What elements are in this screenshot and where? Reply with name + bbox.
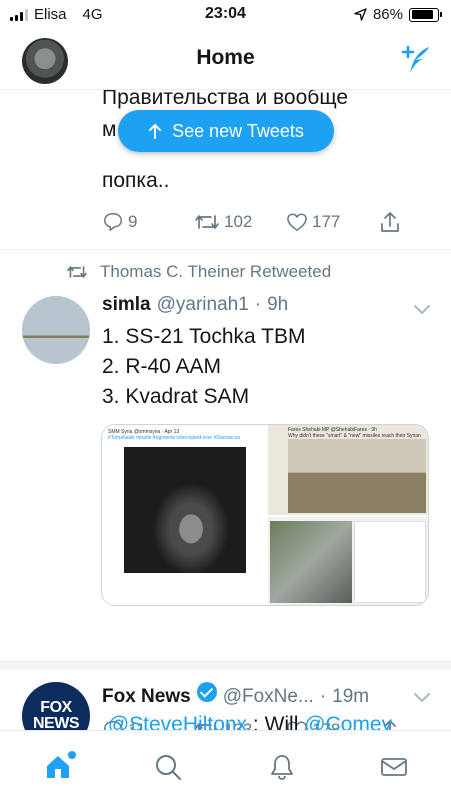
tab-messages[interactable]: [376, 749, 412, 785]
previous-tweet-actions: 9 102 177: [102, 210, 451, 234]
separator-dot: ·: [319, 686, 327, 707]
page-title: Home: [196, 46, 255, 69]
tweet-simla[interactable]: Thomas C. Theiner Retweeted simla @yarin…: [0, 262, 451, 730]
timestamp: 9h: [267, 294, 289, 315]
reply-count: 9: [128, 212, 138, 231]
quoted-images[interactable]: SMM Syria @smmsyria · Apr 13 #Tomahawk m…: [101, 424, 429, 606]
battery-fill: [411, 10, 433, 19]
envelope-icon: [381, 758, 407, 776]
compose-tweet-icon[interactable]: [399, 43, 435, 79]
crowd-photo: [270, 521, 352, 603]
tab-home[interactable]: [40, 749, 76, 785]
user-handle[interactable]: @FoxNe...: [223, 686, 314, 708]
search-icon: [156, 755, 181, 780]
image-header-text: SMM Syria @smmsyria · Apr 13 #Tomahawk m…: [108, 429, 240, 441]
missile-photo: [124, 447, 246, 573]
avatar-logo-text: FOX: [40, 699, 72, 716]
timeline-feed[interactable]: Правительства и вообще м попка.. 9 102 1…: [0, 90, 451, 730]
display-name[interactable]: simla: [102, 294, 151, 316]
avatar-logo-text: NEWS: [33, 715, 80, 731]
chevron-down-icon[interactable]: [413, 692, 431, 704]
screenshot-thumbnail: [354, 521, 426, 603]
share-icon: [381, 212, 399, 232]
tweet-text: .@SteveHiltonx : Will @Comey: [102, 710, 392, 730]
see-new-tweets-button[interactable]: See new Tweets: [118, 110, 334, 152]
retweeted-by[interactable]: Thomas C. Theiner Retweeted: [66, 262, 331, 282]
retweeted-by-label: Thomas C. Theiner Retweeted: [100, 262, 332, 281]
tweet-text-line: 2. R-40 AAM: [102, 355, 222, 378]
image-missile-collage[interactable]: [268, 517, 428, 605]
reply-icon: [104, 213, 122, 231]
new-content-dot: [68, 751, 76, 759]
field-photo: [288, 439, 426, 513]
image-caption-line: #Tomahawk missile fragments intercepted …: [108, 435, 240, 441]
verified-badge-icon: [196, 682, 217, 702]
tweet-header: simla @yarinah1 · 9h: [102, 294, 288, 316]
tweet-text-line: 1. SS-21 Tochka TBM: [102, 325, 306, 348]
avatar[interactable]: FOX NEWS: [22, 682, 90, 730]
reply-button[interactable]: 9: [102, 211, 194, 233]
like-button[interactable]: 177: [286, 212, 378, 232]
battery-icon: [409, 7, 442, 22]
battery-percent: 86%: [372, 6, 403, 23]
location-arrow-icon: [354, 8, 367, 21]
separator-dot: ·: [254, 294, 262, 315]
display-name[interactable]: Fox News: [102, 686, 191, 708]
see-new-tweets-label: See new Tweets: [172, 120, 304, 141]
timestamp: 19m: [332, 686, 370, 707]
tab-search[interactable]: [150, 749, 186, 785]
status-bar: Elisa 4G 23:04 86%: [0, 0, 451, 30]
bottom-tab-bar: [0, 730, 451, 800]
retweet-count: 102: [224, 212, 253, 231]
retweet-small-icon: [67, 266, 87, 278]
mention-link[interactable]: @Comey: [304, 713, 392, 730]
arrow-up-icon: [149, 124, 162, 139]
user-handle[interactable]: @yarinah1: [157, 294, 249, 316]
avatar[interactable]: [22, 296, 90, 364]
previous-tweet-line-3: попка..: [102, 169, 170, 192]
tweet-text-fragment: : Will: [247, 713, 305, 730]
heart-icon: [287, 213, 307, 232]
image-missile-fragment[interactable]: SMM Syria @smmsyria · Apr 13 #Tomahawk m…: [102, 425, 266, 605]
bell-icon: [271, 755, 293, 780]
retweet-button[interactable]: 102: [194, 211, 286, 233]
tweet-header: Fox News @FoxNe... · 19m: [102, 682, 369, 708]
chevron-down-icon[interactable]: [413, 304, 431, 316]
image-missile-in-field[interactable]: Fares Shehabi MP @ShehabiFares · 9h Why …: [268, 425, 428, 515]
top-header: Home: [0, 30, 451, 90]
retweet-icon: [195, 215, 219, 229]
tweet-text: 1. SS-21 Tochka TBM 2. R-40 AAM 3. Kvadr…: [102, 322, 306, 412]
mention-link[interactable]: @SteveHiltonx: [108, 713, 247, 730]
tweet-fox-news[interactable]: FOX NEWS Fox News @FoxNe... · 19m .@Stev…: [0, 662, 451, 730]
tweet-text-line: 3. Kvadrat SAM: [102, 385, 250, 408]
status-right: 86%: [354, 6, 442, 23]
like-count: 177: [312, 212, 341, 231]
share-button[interactable]: [378, 210, 451, 234]
tab-notifications[interactable]: [264, 749, 300, 785]
